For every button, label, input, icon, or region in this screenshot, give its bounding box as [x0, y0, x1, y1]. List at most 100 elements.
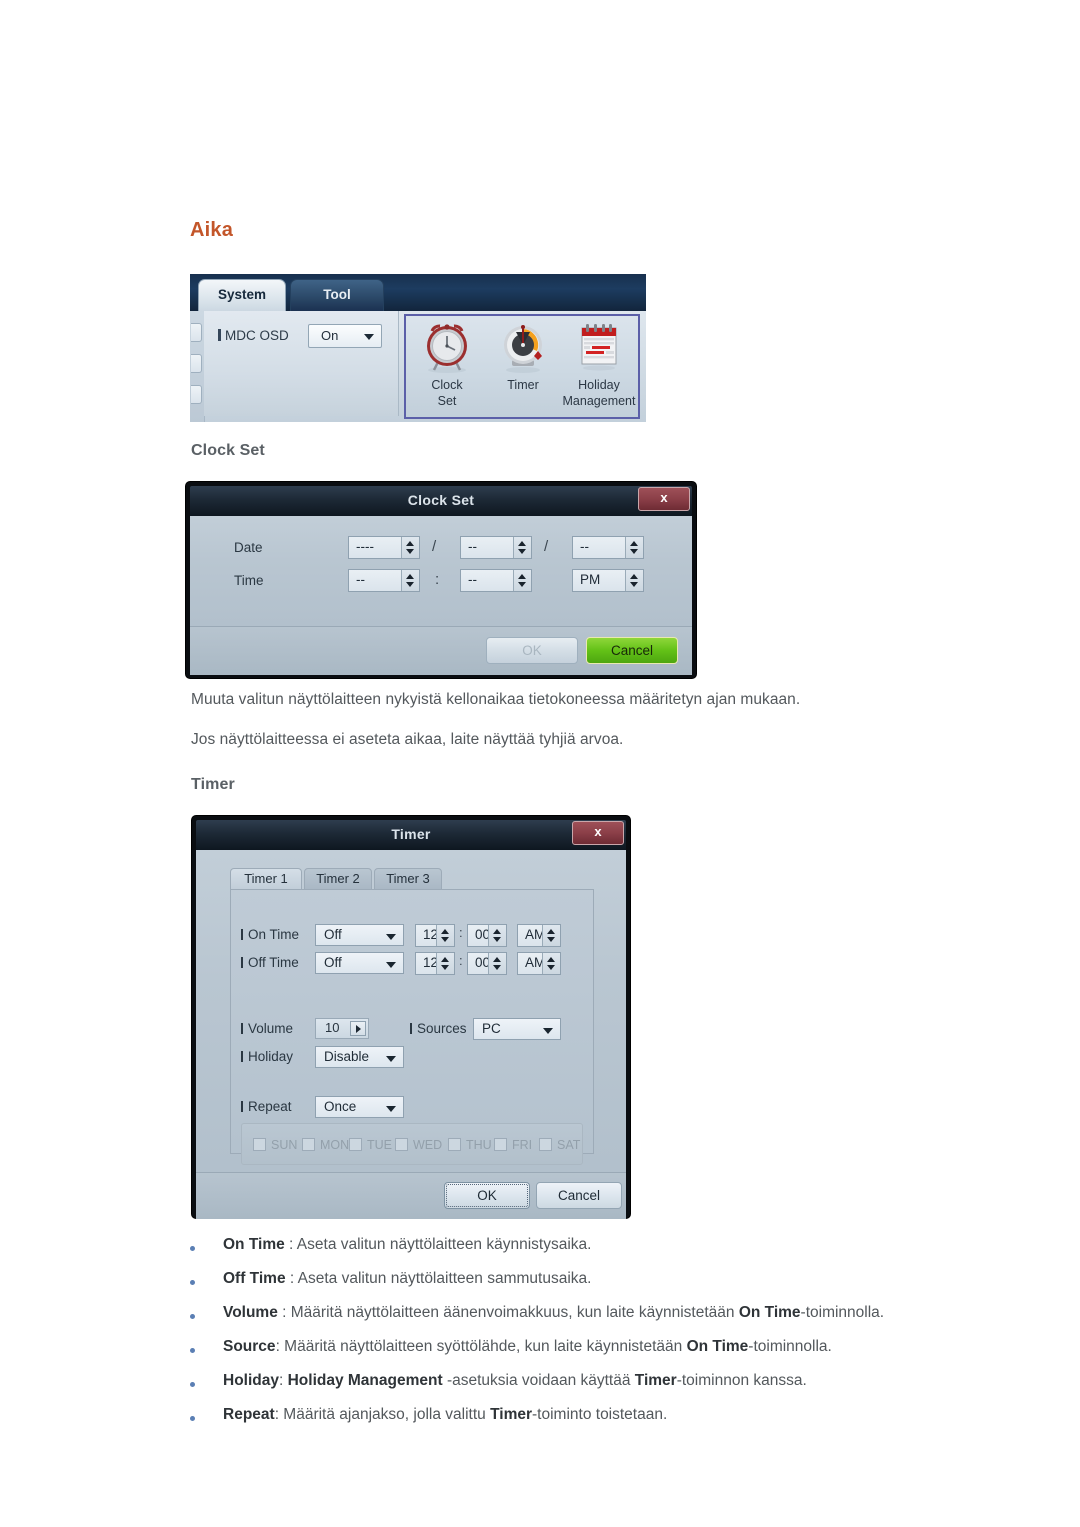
term: Off Time — [223, 1270, 286, 1287]
clock-set-titlebar: Clock Set x — [190, 486, 692, 516]
holiday-dropdown[interactable]: Disable — [315, 1046, 404, 1068]
ribbon-button-timer-label: Timer — [507, 378, 539, 392]
checkbox-wed[interactable] — [395, 1138, 408, 1151]
term: Repeat — [223, 1406, 275, 1423]
term: On Time — [223, 1236, 285, 1253]
checkbox-sat[interactable] — [539, 1138, 552, 1151]
time-meridiem-value: PM — [580, 572, 601, 587]
alarm-clock-icon — [410, 320, 484, 376]
kitchen-timer-icon — [486, 320, 560, 376]
spinner-arrows-icon[interactable] — [513, 537, 531, 558]
date-year-spinner[interactable]: ---- — [348, 536, 420, 559]
bullet-dot-icon — [190, 1382, 195, 1387]
date-month-spinner[interactable]: -- — [460, 536, 532, 559]
term2: On Time — [686, 1338, 749, 1355]
on-time-meridiem-spinner[interactable]: AM — [517, 924, 561, 947]
ribbon-tab-tool[interactable]: Tool — [290, 279, 384, 311]
spinner-arrows-icon[interactable] — [542, 925, 560, 946]
sources-value: PC — [482, 1021, 501, 1036]
tab-timer-3[interactable]: Timer 3 — [374, 868, 442, 890]
paragraph-clock-set-2: Jos näyttölaitteessa ei aseteta aikaa, l… — [191, 731, 624, 748]
spinner-arrows-icon[interactable] — [542, 953, 560, 974]
list-item: Holiday: Holiday Management -asetuksia v… — [190, 1370, 1050, 1404]
spinner-arrows-icon[interactable] — [436, 953, 454, 974]
ribbon-button-clock-set-line1: Clock — [431, 378, 463, 392]
rest: : Määritä näyttölaitteen äänenvoimakkuus… — [277, 1304, 739, 1321]
time-minute-spinner[interactable]: -- — [460, 569, 532, 592]
timer-body: Timer 1 Timer 2 Timer 3 On Time Off 12 :… — [196, 850, 626, 1172]
ribbon-tab-system[interactable]: System — [198, 279, 286, 311]
on-time-hour-spinner[interactable]: 12 — [415, 924, 455, 947]
close-icon[interactable]: x — [572, 821, 624, 845]
close-icon[interactable]: x — [638, 487, 690, 511]
spinner-arrows-icon[interactable] — [488, 925, 506, 946]
off-time-state-dropdown[interactable]: Off — [315, 952, 404, 974]
ribbon-body: MDC OSD On Clock Set Timer Holiday Manag… — [190, 311, 646, 422]
off-time-minute-spinner[interactable]: 00 — [467, 952, 507, 975]
time-meridiem-spinner[interactable]: PM — [572, 569, 644, 592]
paragraph-clock-set-1: Muuta valitun näyttölaitteen nykyistä ke… — [191, 691, 801, 708]
sources-dropdown[interactable]: PC — [473, 1018, 561, 1040]
timer-ok-button[interactable]: OK — [444, 1182, 530, 1209]
date-sep-2: / — [544, 538, 549, 555]
term: Source — [223, 1338, 276, 1355]
spinner-arrows-icon[interactable] — [513, 570, 531, 591]
timer-footer: OK Cancel — [196, 1172, 626, 1219]
spinner-arrows-icon[interactable] — [488, 953, 506, 974]
page-title: Aika — [190, 219, 234, 241]
sources-label-text: Sources — [417, 1021, 467, 1036]
ribbon-button-timer[interactable]: Timer — [486, 320, 560, 392]
tab-timer-2[interactable]: Timer 2 — [304, 868, 372, 890]
checkbox-mon[interactable] — [302, 1138, 315, 1151]
time-hour-spinner[interactable]: -- — [348, 569, 420, 592]
rest: : Määritä näyttölaitteen syöttölähde, ku… — [275, 1338, 687, 1355]
holiday-value: Disable — [324, 1049, 370, 1064]
repeat-dropdown[interactable]: Once — [315, 1096, 404, 1118]
timer-tab-pane: On Time Off 12 : 00 AM Off Time Off 12:… — [230, 889, 594, 1165]
ribbon-button-clock-set[interactable]: Clock Set — [410, 320, 484, 408]
clock-set-cancel-button[interactable]: Cancel — [586, 637, 678, 664]
ribbon-button-holiday-management[interactable]: Holiday Management — [562, 320, 636, 408]
bullet-dot-icon — [190, 1416, 195, 1421]
off-time-hour-spinner[interactable]: 12 — [415, 952, 455, 975]
checkbox-tue[interactable] — [349, 1138, 362, 1151]
date-day-spinner[interactable]: -- — [572, 536, 644, 559]
volume-increase-icon[interactable] — [350, 1021, 366, 1036]
ribbon-button-clock-set-line2: Set — [437, 394, 457, 408]
tab-timer-1[interactable]: Timer 1 — [230, 868, 302, 890]
mdc-osd-dropdown[interactable]: On — [308, 324, 382, 348]
on-time-state-dropdown[interactable]: Off — [315, 924, 404, 946]
spinner-arrows-icon[interactable] — [436, 925, 454, 946]
day-label-tue: TUE — [367, 1138, 392, 1152]
checkbox-fri[interactable] — [494, 1138, 507, 1151]
on-time-minute-spinner[interactable]: 00 — [467, 924, 507, 947]
sources-label: Sources — [410, 1021, 467, 1036]
day-label-thu: THU — [466, 1138, 492, 1152]
off-time-meridiem-spinner[interactable]: AM — [517, 952, 561, 975]
spinner-arrows-icon[interactable] — [625, 570, 643, 591]
day-label-mon: MON — [320, 1138, 350, 1152]
spinner-arrows-icon[interactable] — [401, 537, 419, 558]
spinner-arrows-icon[interactable] — [401, 570, 419, 591]
volume-label: Volume — [241, 1021, 293, 1036]
timer-cancel-button[interactable]: Cancel — [536, 1182, 622, 1209]
rest2: -toiminnolla. — [800, 1304, 885, 1321]
clock-set-ok-button[interactable]: OK — [486, 637, 578, 664]
field-tick-icon — [241, 1101, 243, 1112]
date-sep-1: / — [432, 538, 437, 555]
time-sep: : — [435, 571, 440, 588]
checkbox-thu[interactable] — [448, 1138, 461, 1151]
bullet-dot-icon — [190, 1348, 195, 1353]
rest3: -toiminnon kanssa. — [676, 1372, 807, 1389]
rail-chip — [191, 354, 202, 373]
rest: : Määritä ajanjakso, jolla valittu — [274, 1406, 491, 1423]
repeat-value: Once — [324, 1099, 357, 1114]
spinner-arrows-icon[interactable] — [625, 537, 643, 558]
on-time-label-text: On Time — [248, 927, 300, 942]
checkbox-sun[interactable] — [253, 1138, 266, 1151]
chevron-down-icon — [364, 334, 374, 340]
calendar-icon — [562, 320, 636, 376]
mdc-osd-value: On — [321, 328, 339, 343]
chevron-down-icon — [543, 1028, 553, 1034]
volume-stepper[interactable]: 10 — [315, 1018, 369, 1039]
